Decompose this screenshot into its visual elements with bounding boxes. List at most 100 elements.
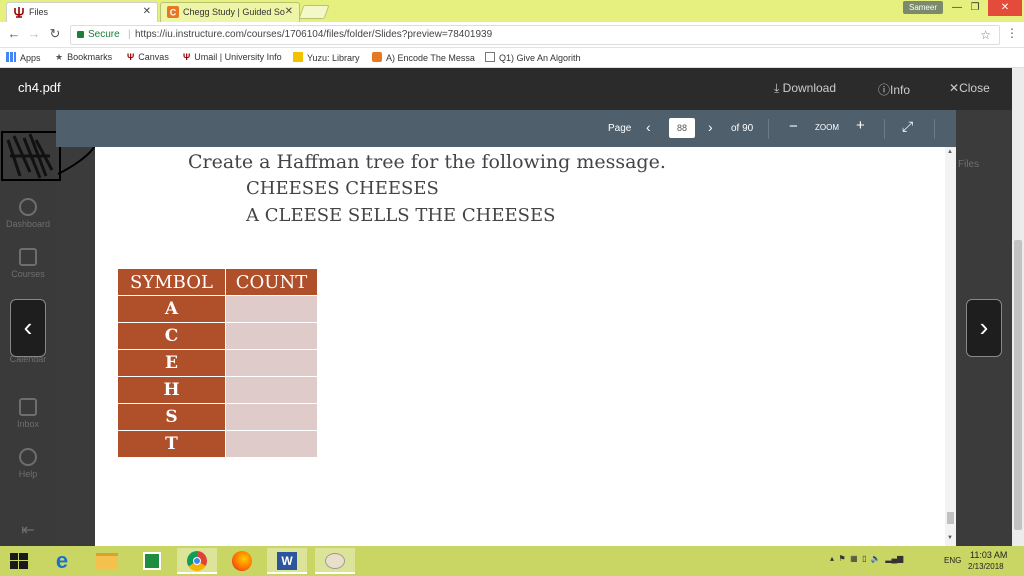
collapse-nav-icon[interactable]: ⇤	[0, 520, 56, 540]
table-row: A	[117, 295, 318, 323]
pdf-page: Create a Haffman tree for the following …	[95, 147, 945, 546]
firefox-icon[interactable]	[222, 548, 262, 574]
message-line: A CLEESE SELLS THE CHEESES	[246, 205, 556, 226]
windows-taskbar: e W ▴ ⚑ ▦ ▯ 🔈 ▂▄▆ ENG 11:03 AM 2/13/2018	[0, 546, 1024, 576]
bookmark-star-icon[interactable]: ☆	[980, 26, 991, 44]
symbol-cell: S	[117, 403, 226, 431]
window-scrollbar[interactable]	[1012, 68, 1024, 546]
file-name: ch4.pdf	[18, 80, 61, 95]
bookmark-yuzu[interactable]: Yuzu: Library	[293, 52, 360, 63]
column-header: SYMBOL	[117, 268, 226, 296]
scroll-up-icon[interactable]: ▲	[947, 149, 953, 155]
files-label: Files	[958, 159, 980, 170]
download-icon: ⤓	[774, 81, 780, 95]
bookmark-umail[interactable]: Ψ Umail | University Info	[183, 52, 285, 62]
book-icon	[19, 248, 37, 266]
chevron-right-icon[interactable]: ›	[708, 119, 713, 135]
language-indicator[interactable]: ENG	[944, 556, 961, 565]
pdf-scrollbar[interactable]: ▲ ▼	[945, 147, 956, 546]
edge-icon[interactable]: e	[42, 548, 82, 574]
secure-label: Secure	[88, 29, 120, 40]
bookmark-algorithm[interactable]: Q1) Give An Algorith	[485, 52, 581, 63]
fullscreen-icon[interactable]: ⤢	[902, 118, 913, 135]
profile-button[interactable]: Sameer	[903, 1, 943, 14]
column-header: COUNT	[225, 268, 318, 296]
help-icon	[19, 448, 37, 466]
bookmark-bookmarks[interactable]: ★ Bookmarks	[55, 52, 112, 63]
next-file-button[interactable]: ›	[966, 299, 1002, 357]
file-explorer-icon[interactable]	[87, 548, 127, 574]
chevron-left-icon: ‹	[23, 312, 33, 342]
scrollbar-thumb[interactable]	[1014, 240, 1022, 530]
slide-heading: Create a Haffman tree for the following …	[188, 151, 666, 173]
chevron-left-icon[interactable]: ‹	[646, 119, 651, 135]
divider	[884, 119, 885, 139]
zoom-in-icon[interactable]: +	[856, 117, 865, 134]
system-tray-icons[interactable]: ▴ ⚑ ▦ ▯ 🔈 ▂▄▆	[830, 554, 903, 563]
nav-inbox[interactable]: Inbox	[0, 398, 56, 429]
chegg-icon: C	[167, 6, 179, 18]
bookmark-apps[interactable]: Apps	[6, 52, 41, 63]
chegg-icon	[372, 52, 382, 62]
scroll-down-icon[interactable]: ▼	[947, 535, 953, 541]
minimize-icon[interactable]: —	[950, 0, 964, 16]
table-row: C	[117, 322, 318, 350]
browser-tab-bar: Files ✕ C Chegg Study | Guided So ✕ Same…	[0, 0, 1024, 22]
bookmarks-bar: Apps ★ Bookmarks Ψ Canvas Ψ Umail | Univers…	[0, 48, 1024, 68]
page-total: of 90	[731, 123, 754, 134]
windows-start-icon[interactable]	[10, 553, 28, 569]
address-bar[interactable]: Secure | https://iu.instructure.com/cour…	[70, 25, 1000, 45]
close-icon[interactable]: ✕	[143, 6, 151, 17]
url-text: https://iu.instructure.com/courses/17061…	[135, 29, 493, 40]
symbol-count-table: SYMBOL COUNT A C E H S T	[117, 268, 318, 458]
info-button[interactable]: ⓘInfo	[878, 81, 910, 98]
restore-icon[interactable]: ❐	[968, 0, 982, 16]
zoom-label: ZOOM	[815, 123, 839, 132]
scrollbar-thumb[interactable]	[947, 512, 954, 524]
symbol-cell: T	[117, 430, 226, 458]
zoom-out-icon[interactable]: −	[789, 118, 798, 135]
page-number-input[interactable]: 88	[669, 118, 695, 138]
clock-time[interactable]: 11:03 AM	[970, 550, 1007, 560]
chrome-icon[interactable]	[177, 548, 217, 574]
nav-help[interactable]: Help	[0, 448, 56, 479]
table-row: T	[117, 430, 318, 458]
bookmark-canvas[interactable]: Ψ Canvas	[127, 52, 169, 62]
close-icon: ✕	[949, 81, 960, 95]
forward-icon[interactable]: →	[26, 26, 42, 42]
divider	[934, 119, 935, 139]
tab-chegg[interactable]: C Chegg Study | Guided So ✕	[160, 2, 300, 22]
reload-icon[interactable]: ↻	[47, 26, 63, 42]
dashboard-icon	[19, 198, 37, 216]
info-icon: ⓘ	[878, 83, 891, 97]
close-button[interactable]: ✕Close	[949, 81, 990, 95]
tab-files[interactable]: Files ✕	[6, 2, 158, 22]
count-cell	[225, 322, 318, 350]
chevron-right-icon: ›	[979, 312, 989, 342]
iu-trident-icon: Ψ	[127, 52, 135, 62]
back-icon[interactable]: ←	[6, 26, 22, 42]
nav-dashboard[interactable]: Dashboard	[0, 198, 56, 229]
count-cell	[225, 430, 318, 458]
lock-icon	[77, 31, 84, 38]
close-icon[interactable]: ✕	[285, 6, 293, 17]
word-icon[interactable]: W	[267, 548, 307, 574]
apps-grid-icon	[6, 52, 16, 62]
table-row: E	[117, 349, 318, 377]
download-button[interactable]: ⤓ Download	[774, 81, 836, 96]
browser-menu-icon[interactable]: ⋮	[1006, 26, 1018, 40]
table-header-row: SYMBOL COUNT	[117, 268, 318, 296]
inbox-icon	[19, 398, 37, 416]
paint-icon[interactable]	[315, 548, 355, 574]
iu-trident-icon: Ψ	[183, 52, 191, 62]
new-tab-button[interactable]	[298, 5, 330, 19]
clock-date[interactable]: 2/13/2018	[968, 562, 1004, 571]
store-icon[interactable]	[132, 548, 172, 574]
divider: |	[128, 29, 131, 40]
window-close-icon[interactable]: ✕	[988, 0, 1022, 16]
count-cell	[225, 376, 318, 404]
bookmark-encode[interactable]: A) Encode The Messa	[372, 52, 476, 63]
previous-file-button[interactable]: ‹	[10, 299, 46, 357]
tab-title: Chegg Study | Guided So	[183, 7, 285, 17]
nav-courses[interactable]: Courses	[0, 248, 56, 279]
